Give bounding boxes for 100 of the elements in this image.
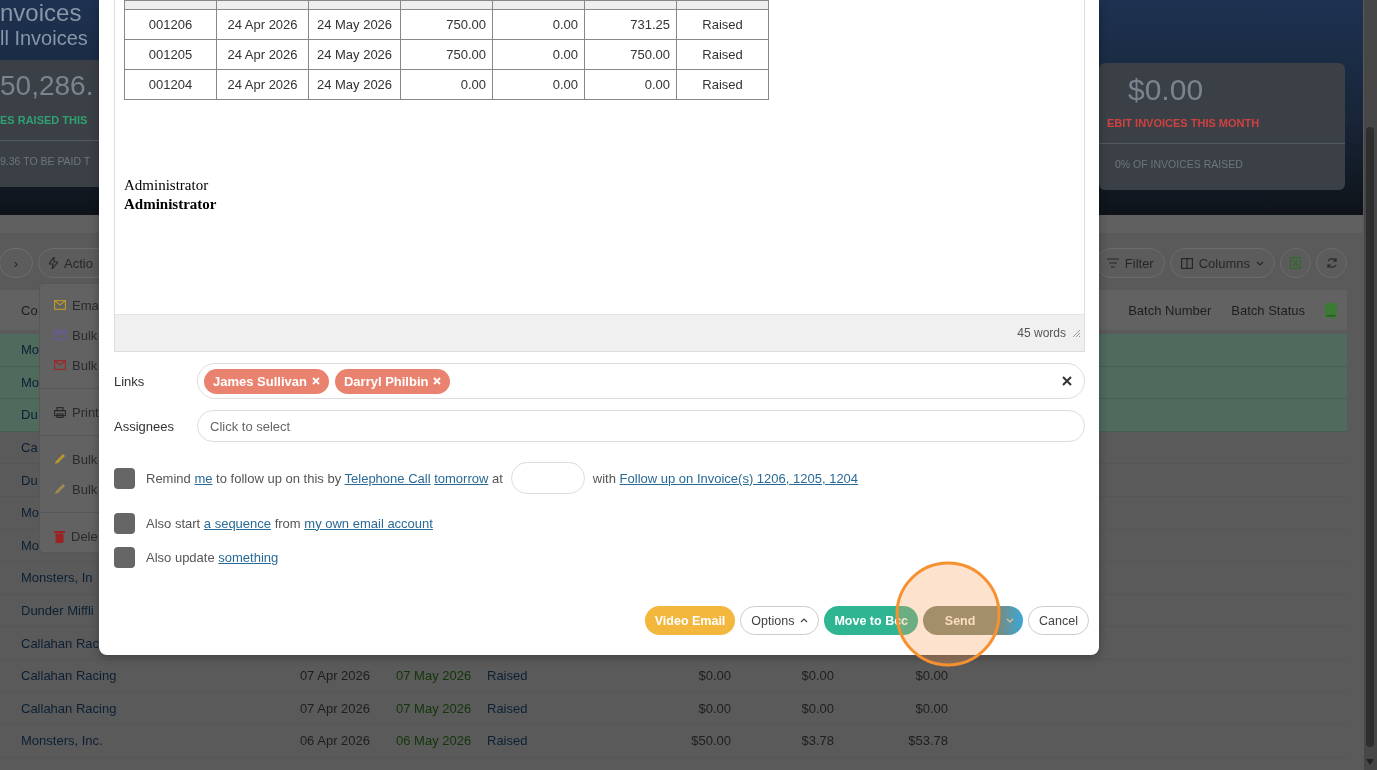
book-icon (1325, 302, 1337, 318)
send-options-button[interactable] (997, 606, 1024, 635)
table-cell: 750.00 (400, 9, 493, 40)
time-field[interactable] (510, 462, 585, 494)
option-link[interactable]: Follow up on Invoice(s) 1206, 1205, 1204 (619, 470, 859, 486)
table-cell: Mo (21, 505, 40, 521)
table-cell-text: Monsters, Inc. (21, 733, 104, 749)
table-cell: 24 May 2026 (308, 9, 401, 40)
email-editor[interactable] (114, 0, 1085, 352)
table-cell-text: $0.00 (914, 700, 948, 716)
table-cell-text: $0.00 (914, 668, 948, 684)
option-text: Also update something (146, 549, 279, 565)
remove-icon[interactable] (433, 377, 442, 385)
table-cell: 750.00 (400, 39, 493, 70)
option-text: Also start a sequence from my own email account (146, 515, 433, 531)
table-cell-text: $0.00 (697, 668, 731, 684)
table-cell: Ca (21, 440, 38, 456)
option-link[interactable]: a sequence (203, 515, 272, 531)
caret-up-icon (800, 618, 809, 623)
table-cell-text: 06 Apr 2026 (298, 733, 370, 749)
table-cell-text: 07 Apr 2026 (298, 700, 370, 716)
table-cell: Raised (676, 39, 769, 70)
table-row[interactable]: Callahan Racing 07 Apr 2026 07 May 2026 Raised $0.00 $0.00 $0.00 (0, 659, 1347, 693)
table-cell: 750.00 (584, 39, 677, 70)
resize-grip-icon[interactable] (1072, 329, 1080, 337)
field-label: Assignees (114, 418, 175, 434)
caret-icon (1006, 618, 1015, 623)
option-link[interactable]: my own email account (304, 515, 433, 531)
table-cell-text: $0.00 (800, 668, 834, 684)
option-text: Remind me to follow up on this by Telephone Call tomorrow at (146, 470, 503, 486)
stat-caption: EBIT INVOICES THIS MONTH (1106, 117, 1261, 131)
video-email-button[interactable]: Video Email (644, 606, 736, 635)
close-icon[interactable] (1062, 376, 1072, 386)
table-cell-text: $3.78 (800, 733, 834, 749)
next-page-button[interactable]: › (0, 248, 33, 278)
table-cell: Raised (676, 69, 769, 100)
checkbox[interactable] (114, 512, 135, 534)
arrow-down-icon[interactable] (1366, 759, 1374, 765)
option-link[interactable]: tomorrow (434, 470, 489, 486)
table-cell-text: 07 Apr 2026 (298, 668, 370, 684)
table-cell: Monsters, In (21, 570, 93, 586)
remove-icon[interactable] (311, 377, 320, 385)
option-link[interactable]: me (194, 470, 213, 486)
option-link[interactable]: something (218, 549, 279, 565)
table-cell: Mo (21, 342, 40, 358)
table-row[interactable]: Monsters, Inc. 06 Apr 2026 06 May 2026 Raised $50.00 $3.78 $53.78 (0, 725, 1347, 758)
stat-caption: ES RAISED THIS (0, 114, 89, 128)
table-cell: 0.00 (492, 39, 585, 70)
option-text: with Follow up on Invoice(s) 1206, 1205, 1204 (592, 470, 859, 486)
table-cell-text: Callahan Racing (21, 700, 118, 716)
table-cell: 001204 (124, 69, 217, 100)
table-cell: 24 May 2026 (308, 39, 401, 70)
scrollbar[interactable] (1364, 0, 1377, 770)
signature-line: Administrator (124, 195, 218, 214)
stat-value: 50,286. (0, 69, 95, 103)
table-cell: Mo (21, 537, 40, 553)
cancel-button[interactable]: Cancel (1028, 606, 1089, 635)
column-header[interactable]: Batch Status (1231, 302, 1305, 318)
checkbox[interactable] (114, 546, 135, 568)
table-cell: 001205 (124, 39, 217, 70)
table-cell-text: $50.00 (690, 733, 731, 749)
table-cell: 24 May 2026 (308, 69, 401, 100)
table-cell: 731.25 (584, 9, 677, 40)
contact-tag[interactable]: Darryl Philbin (334, 368, 451, 394)
table-cell: Callahan Rac (21, 635, 100, 651)
table-cell: Mo (21, 374, 40, 390)
table-cell: Du (21, 407, 38, 423)
table-cell: 24 Apr 2026 (216, 9, 309, 40)
scrollbar-thumb[interactable] (1366, 127, 1374, 747)
table-cell: 001206 (124, 9, 217, 40)
options-button[interactable]: Options (740, 606, 820, 635)
table-cell-text: Callahan Racing (21, 668, 118, 684)
table-cell: Du (21, 472, 38, 488)
table-cell-text: $0.00 (800, 700, 834, 716)
table-row[interactable]: Callahan Racing 07 Apr 2026 07 May 2026 Raised $0.00 $0.00 $0.00 (0, 692, 1347, 726)
filter-icon (1106, 258, 1119, 268)
table-cell-text: Raised (487, 700, 529, 716)
refresh-button[interactable] (1316, 248, 1347, 278)
contact-tag[interactable]: James Sullivan (204, 368, 329, 394)
column-header[interactable]: Batch Number (1128, 302, 1212, 318)
page-subtitle: ll Invoices (0, 26, 89, 50)
assignees-field[interactable]: Click to select (197, 410, 1085, 442)
table-cell: Raised (676, 9, 769, 40)
table-cell: 0.00 (492, 69, 585, 100)
signature-line: Administrator (124, 176, 210, 195)
checkbox[interactable] (114, 467, 135, 489)
column-header[interactable]: Co (21, 303, 38, 318)
table-cell-text: Raised (487, 668, 529, 684)
option-link[interactable]: Telephone Call (344, 470, 431, 486)
table-cell: 0.00 (584, 69, 677, 100)
table-cell-text: $53.78 (907, 733, 948, 749)
table-cell: 0.00 (492, 9, 585, 40)
send-button[interactable]: Send (923, 606, 998, 635)
refresh-icon (1325, 257, 1338, 269)
word-count: 45 words (1017, 326, 1066, 340)
lightning-icon (49, 257, 58, 269)
stat-value: $0.00 (1127, 72, 1205, 108)
table-cell-text: 07 May 2026 (395, 668, 473, 684)
page-title: nvoices (0, 0, 83, 26)
table-cell-text: Raised (487, 733, 529, 749)
